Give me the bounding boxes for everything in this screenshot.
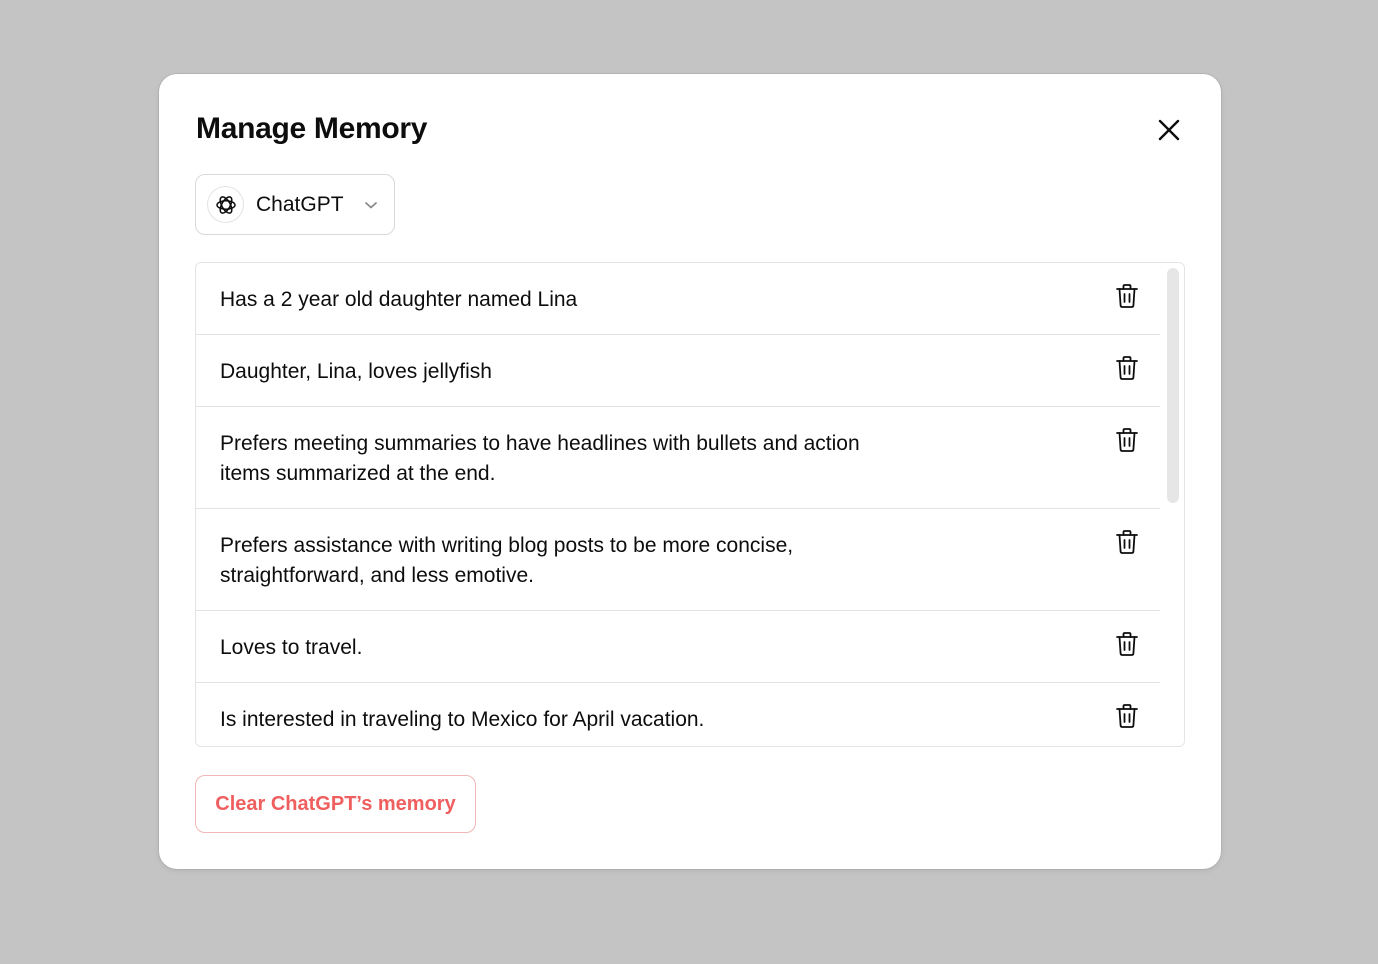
memory-item-text: Prefers meeting summaries to have headli… [220,432,860,485]
memory-item: Prefers assistance with writing blog pos… [196,509,1160,611]
memory-item-text: Has a 2 year old daughter named Lina [220,288,578,311]
dialog-title: Manage Memory [196,112,428,145]
memory-item: Daughter, Lina, loves jellyfish [196,335,1160,407]
trash-icon [1116,530,1138,554]
memory-item: Prefers meeting summaries to have headli… [196,407,1160,509]
delete-memory-button[interactable] [1114,282,1140,310]
memory-list-container: Has a 2 year old daughter named Lina Dau… [195,262,1185,747]
trash-icon [1116,632,1138,656]
chevron-down-icon [364,200,378,210]
memory-item-text: Daughter, Lina, loves jellyfish [220,360,492,383]
model-dropdown-label: ChatGPT [256,192,344,216]
trash-icon [1116,284,1138,308]
memory-item: Loves to travel. [196,611,1160,683]
model-dropdown[interactable]: ChatGPT [195,174,395,235]
delete-memory-button[interactable] [1114,354,1140,382]
trash-icon [1116,428,1138,452]
memory-list: Has a 2 year old daughter named Lina Dau… [196,263,1160,746]
scrollbar-thumb[interactable] [1167,268,1179,503]
close-icon [1158,119,1180,141]
delete-memory-button[interactable] [1114,426,1140,454]
trash-icon [1116,356,1138,380]
scrollbar[interactable] [1167,268,1179,743]
openai-logo-icon [207,186,244,223]
delete-memory-button[interactable] [1114,630,1140,658]
delete-memory-button[interactable] [1114,528,1140,556]
clear-memory-button[interactable]: Clear ChatGPT’s memory [195,775,476,833]
close-button[interactable] [1153,114,1185,146]
memory-item: Has a 2 year old daughter named Lina [196,263,1160,335]
memory-item-text: Loves to travel. [220,636,363,659]
manage-memory-dialog: Manage Memory ChatGPT Has a 2 year old d… [159,74,1221,869]
trash-icon [1116,704,1138,728]
memory-item-text: Is interested in traveling to Mexico for… [220,708,705,731]
memory-item: Is interested in traveling to Mexico for… [196,683,1160,746]
delete-memory-button[interactable] [1114,702,1140,730]
memory-item-text: Prefers assistance with writing blog pos… [220,534,794,587]
